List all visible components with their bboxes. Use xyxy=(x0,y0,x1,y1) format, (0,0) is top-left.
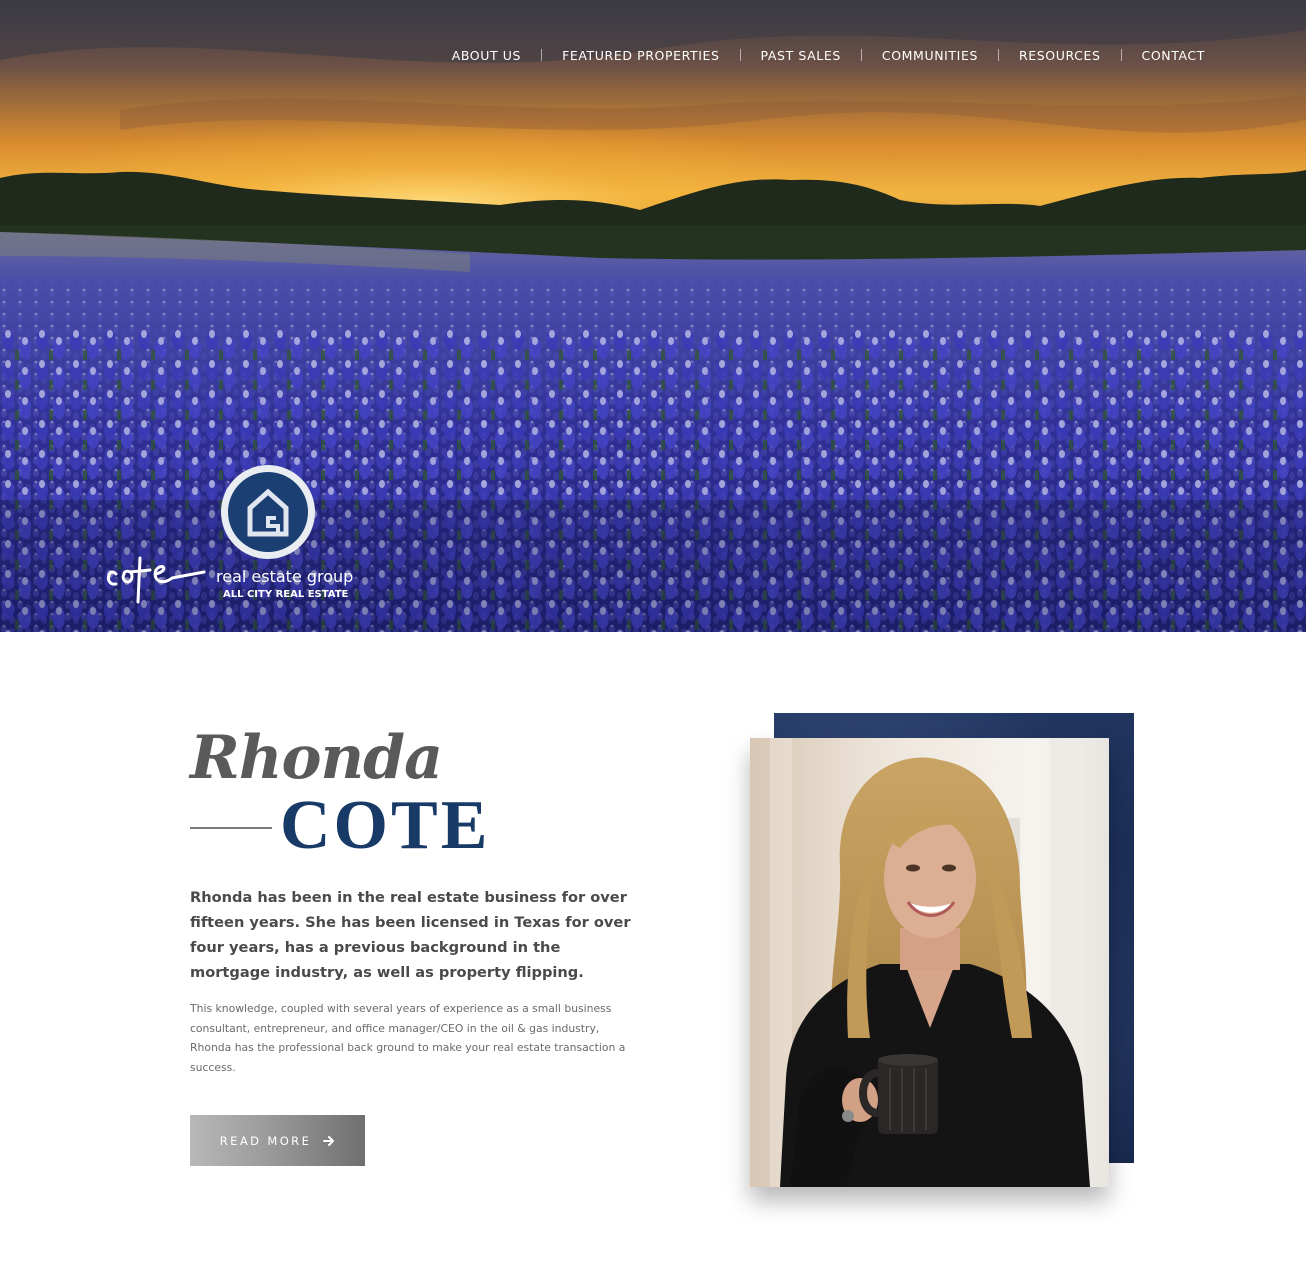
nav-communities[interactable]: COMMUNITIES xyxy=(882,48,978,63)
nav-divider xyxy=(860,49,862,61)
nav-about-us[interactable]: ABOUT US xyxy=(452,48,521,63)
agent-portrait xyxy=(750,738,1109,1187)
nav-featured-properties[interactable]: FEATURED PROPERTIES xyxy=(562,48,719,63)
cote-real-estate-logo: real estate group ALL CITY REAL ESTATE xyxy=(107,465,353,604)
house-g-emblem-icon xyxy=(221,465,315,559)
nav-divider xyxy=(541,49,543,61)
about-lead-paragraph: Rhonda has been in the real estate busin… xyxy=(190,889,631,981)
agent-portrait-image xyxy=(750,738,1109,1187)
main-nav: ABOUT US FEATURED PROPERTIES PAST SALES … xyxy=(452,46,1205,64)
agent-first-name: Rhonda xyxy=(190,723,443,793)
logo-brokerage: ALL CITY REAL ESTATE xyxy=(223,589,349,600)
about-body-paragraph: This knowledge, coupled with several yea… xyxy=(190,1002,626,1074)
agent-last-name: COTE xyxy=(280,787,491,864)
heading-rule xyxy=(190,827,272,829)
nav-divider xyxy=(739,49,741,61)
read-more-label: READ MORE xyxy=(219,1133,312,1148)
brand-logo[interactable]: real estate group ALL CITY REAL ESTATE xyxy=(100,462,360,612)
nav-resources[interactable]: RESOURCES xyxy=(1019,48,1101,63)
hero-banner: ABOUT US FEATURED PROPERTIES PAST SALES … xyxy=(0,0,1306,632)
logo-tagline: real estate group xyxy=(216,567,353,586)
agent-last-name-row: COTE xyxy=(190,790,490,862)
arrow-right-icon xyxy=(323,1135,335,1146)
read-more-button[interactable]: READ MORE xyxy=(190,1115,365,1166)
nav-contact[interactable]: CONTACT xyxy=(1142,48,1205,63)
nav-past-sales[interactable]: PAST SALES xyxy=(761,48,841,63)
nav-divider xyxy=(997,49,999,61)
nav-divider xyxy=(1120,49,1122,61)
